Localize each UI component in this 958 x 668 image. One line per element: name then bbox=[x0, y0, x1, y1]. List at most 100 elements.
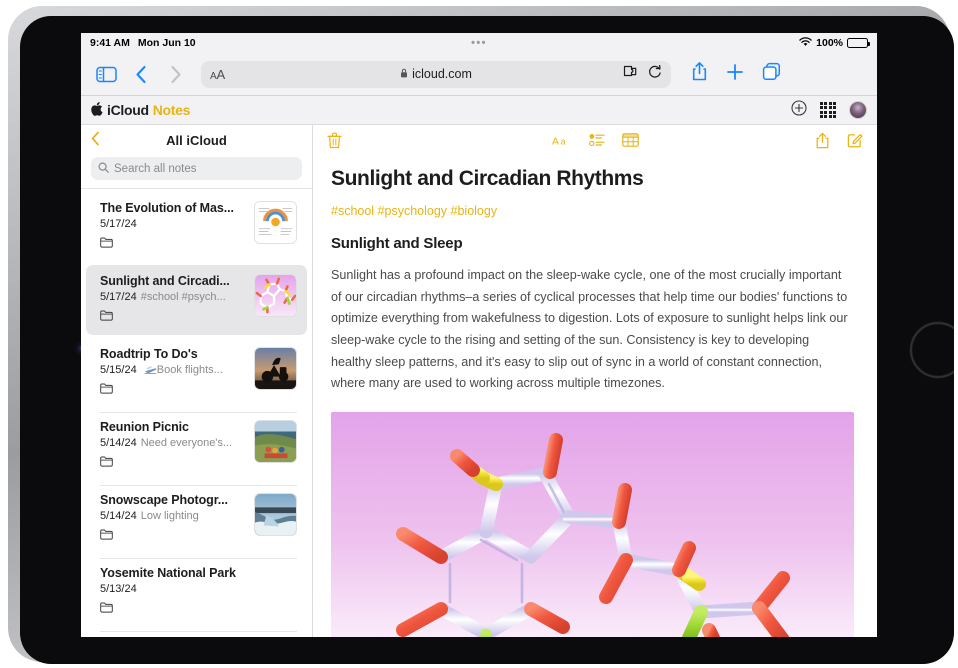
note-list-item[interactable]: Plant Sketch5/13/24 bbox=[86, 630, 307, 637]
format-aa-icon[interactable]: A a bbox=[552, 133, 572, 147]
note-item-title: Snowscape Photogr... bbox=[100, 493, 246, 507]
search-icon bbox=[98, 160, 109, 178]
app-grid-icon[interactable] bbox=[820, 102, 836, 118]
note-list-item[interactable]: The Evolution of Mas... 5/17/24 bbox=[86, 192, 307, 262]
reload-icon[interactable] bbox=[648, 65, 662, 84]
search-input[interactable] bbox=[114, 163, 295, 175]
note-item-info: Snowscape Photogr... 5/14/24 Low lighting bbox=[100, 493, 246, 545]
note-toolbar: A a bbox=[313, 125, 877, 155]
tabs-overview-icon[interactable] bbox=[762, 62, 781, 86]
note-subheading: Sunlight and Sleep bbox=[331, 235, 859, 252]
notes-list[interactable]: The Evolution of Mas... 5/17/24 Sunlight … bbox=[81, 188, 312, 637]
battery-icon bbox=[847, 38, 868, 48]
brand-icloud-text: iCloud bbox=[107, 102, 149, 118]
apple-logo-icon bbox=[91, 102, 103, 119]
folder-icon bbox=[100, 454, 246, 472]
folder-icon bbox=[100, 235, 246, 253]
bezel-reflection bbox=[910, 322, 958, 378]
ipad-screen: 9:41 AM Mon Jun 10 ••• 100% bbox=[81, 33, 877, 637]
note-action-tools bbox=[815, 132, 863, 149]
address-bar[interactable]: AA icloud.com bbox=[201, 61, 671, 88]
note-item-title: Roadtrip To Do's bbox=[100, 347, 246, 361]
note-item-meta: 5/17/24 #school #psych... bbox=[100, 291, 246, 303]
url-display: icloud.com bbox=[201, 67, 671, 81]
checklist-icon[interactable] bbox=[589, 133, 605, 147]
note-item-info: Roadtrip To Do's 5/15/24 Book flights... bbox=[100, 347, 246, 399]
note-item-title: Reunion Picnic bbox=[100, 420, 246, 434]
note-title: Sunlight and Circadian Rhythms bbox=[331, 167, 859, 191]
svg-text:A: A bbox=[552, 136, 559, 148]
sidebar-toggle-icon[interactable] bbox=[93, 61, 119, 87]
folder-icon bbox=[100, 308, 246, 326]
note-tags[interactable]: #school #psychology #biology bbox=[331, 204, 859, 218]
note-item-meta: 5/17/24 bbox=[100, 218, 246, 230]
note-item-snippet: Book flights... bbox=[141, 364, 223, 376]
svg-text:a: a bbox=[560, 137, 565, 147]
compose-icon[interactable] bbox=[847, 132, 863, 148]
note-item-meta: 5/13/24 bbox=[100, 583, 297, 595]
note-list-item[interactable]: Yosemite National Park 5/13/24 bbox=[86, 557, 307, 627]
forward-chevron-icon bbox=[163, 61, 189, 87]
back-chevron-icon[interactable] bbox=[128, 61, 154, 87]
icloud-brand[interactable]: iCloud Notes bbox=[91, 102, 190, 119]
note-item-date: 5/13/24 bbox=[100, 583, 137, 595]
note-detail-pane: A a bbox=[313, 125, 877, 637]
folder-icon bbox=[100, 527, 246, 545]
note-item-thumbnail bbox=[254, 420, 297, 463]
status-bar-right: 100% bbox=[799, 37, 868, 50]
note-list-item[interactable]: Snowscape Photogr... 5/14/24 Low lighting bbox=[86, 484, 307, 554]
ios-status-bar: 9:41 AM Mon Jun 10 ••• 100% bbox=[81, 33, 877, 53]
search-container bbox=[81, 155, 312, 188]
plus-circle-icon[interactable] bbox=[791, 100, 807, 121]
note-item-thumbnail bbox=[254, 347, 297, 390]
battery-percent: 100% bbox=[816, 37, 843, 49]
safari-toolbar: AA icloud.com bbox=[81, 53, 877, 96]
sidebar-header: All iCloud bbox=[81, 125, 312, 155]
note-list-item[interactable]: Sunlight and Circadi... 5/17/24 #school #p… bbox=[86, 265, 307, 335]
note-item-date: 5/14/24 bbox=[100, 510, 137, 522]
note-attached-image[interactable] bbox=[331, 412, 854, 637]
note-item-meta: 5/15/24 Book flights... bbox=[100, 364, 246, 376]
note-item-info: Reunion Picnic 5/14/24Need everyone's... bbox=[100, 420, 246, 472]
notes-app-body: All iCloud The Evolution of Mas... 5/17/2… bbox=[81, 125, 877, 637]
search-box[interactable] bbox=[91, 157, 302, 180]
status-bar-dots: ••• bbox=[81, 38, 877, 49]
note-item-title: Yosemite National Park bbox=[100, 566, 297, 580]
brand-app-name: Notes bbox=[153, 102, 190, 118]
note-item-date: 5/14/24 bbox=[100, 437, 137, 449]
wifi-icon bbox=[799, 37, 812, 50]
note-item-meta: 5/14/24 Low lighting bbox=[100, 510, 246, 522]
lock-icon bbox=[400, 67, 408, 81]
note-item-date: 5/15/24 bbox=[100, 364, 137, 376]
note-item-date: 5/17/24 bbox=[100, 291, 137, 303]
sidebar-title: All iCloud bbox=[81, 133, 312, 148]
note-item-thumbnail bbox=[254, 201, 297, 244]
icloud-header-actions bbox=[791, 100, 867, 121]
note-item-meta: 5/14/24Need everyone's... bbox=[100, 437, 246, 449]
note-item-thumbnail bbox=[254, 274, 297, 317]
note-item-title: Sunlight and Circadi... bbox=[100, 274, 246, 288]
note-item-snippet: Low lighting bbox=[141, 510, 199, 522]
folder-icon bbox=[100, 600, 297, 618]
share-icon[interactable] bbox=[691, 61, 708, 87]
new-tab-plus-icon[interactable] bbox=[726, 63, 744, 86]
table-icon[interactable] bbox=[622, 133, 639, 147]
note-item-info: Sunlight and Circadi... 5/17/24 #school #p… bbox=[100, 274, 246, 326]
safari-action-buttons bbox=[691, 61, 781, 87]
puzzle-extension-icon[interactable] bbox=[623, 65, 638, 83]
note-list-item[interactable]: Roadtrip To Do's 5/15/24 Book flights... bbox=[86, 338, 307, 408]
share-icon[interactable] bbox=[815, 132, 830, 149]
note-item-info: Yosemite National Park 5/13/24 bbox=[100, 566, 297, 618]
note-item-date: 5/17/24 bbox=[100, 218, 137, 230]
folder-icon bbox=[100, 381, 246, 399]
note-item-thumbnail bbox=[254, 493, 297, 536]
note-list-item[interactable]: Reunion Picnic 5/14/24Need everyone's... bbox=[86, 411, 307, 481]
note-item-snippet: #school #psych... bbox=[141, 291, 226, 303]
notes-sidebar: All iCloud The Evolution of Mas... 5/17/2… bbox=[81, 125, 313, 637]
user-avatar[interactable] bbox=[849, 101, 867, 119]
url-text: icloud.com bbox=[412, 67, 472, 81]
note-item-snippet-text: Book flights... bbox=[157, 364, 223, 376]
icloud-app-header: iCloud Notes bbox=[81, 96, 877, 125]
note-content-scroll[interactable]: Sunlight and Circadian Rhythms #school #… bbox=[313, 155, 877, 637]
note-item-title: The Evolution of Mas... bbox=[100, 201, 246, 215]
